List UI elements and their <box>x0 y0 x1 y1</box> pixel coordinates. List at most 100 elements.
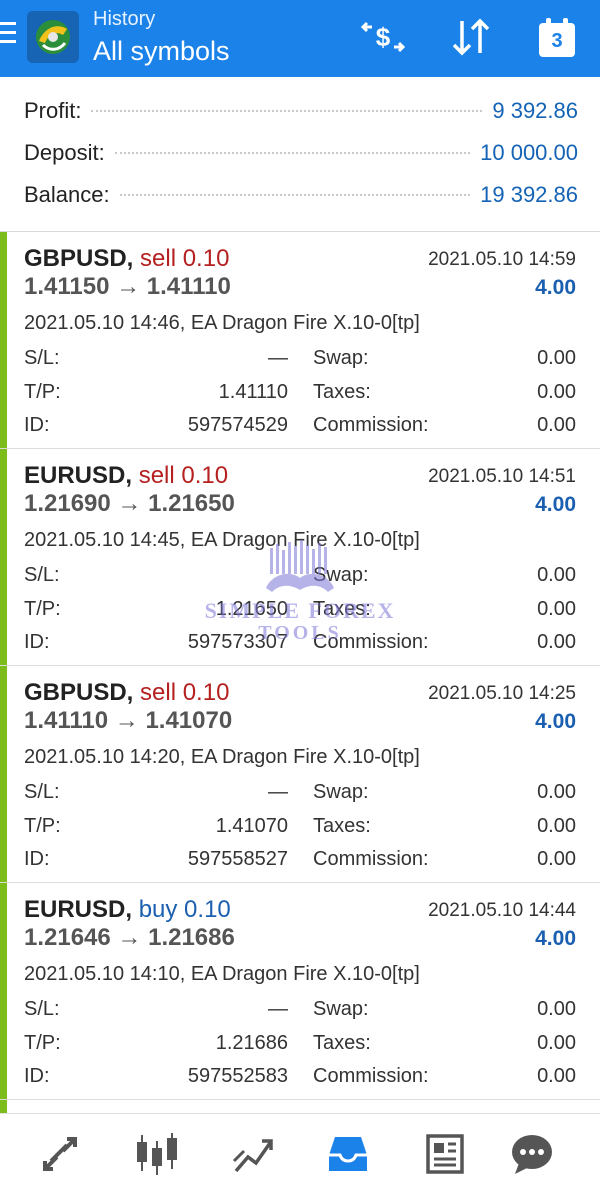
taxes-value: 0.00 <box>537 1032 576 1054</box>
taxes-value: 0.00 <box>537 381 576 403</box>
symbol-text: GBPUSD, <box>24 679 134 706</box>
swap-value: 0.00 <box>537 564 576 586</box>
deal-status-bar <box>0 666 7 882</box>
deal-prices: 1.41110 → 1.41070 <box>24 707 233 734</box>
currency-exchange-icon: $ <box>360 21 406 53</box>
deal-item[interactable]: GBPUSD, sell 0.10 2021.05.10 14:25 1.411… <box>0 666 600 883</box>
balance-value: 19 392.86 <box>480 182 578 207</box>
nav-history[interactable] <box>321 1130 375 1178</box>
sl-value: — <box>268 781 288 803</box>
deal-close-time: 2021.05.10 14:51 <box>428 466 576 487</box>
sl-label: S/L: <box>24 781 60 803</box>
deal-prices: 1.21646 → 1.21686 <box>24 924 235 951</box>
deal-comment: 2021.05.10 14:46, EA Dragon Fire X.10-0[… <box>24 312 420 334</box>
deal-status-bar <box>0 449 7 665</box>
nav-quotes[interactable] <box>33 1130 87 1178</box>
tp-value: 1.21686 <box>215 1032 288 1054</box>
deal-comment: 2021.05.10 14:20, EA Dragon Fire X.10-0[… <box>24 746 420 768</box>
deal-symbol: EURUSD, sell 0.10 <box>24 462 228 490</box>
sort-button[interactable] <box>446 14 496 60</box>
deposit-row: Deposit: 10 000.00 <box>24 136 578 170</box>
tp-value: 1.41110 <box>218 381 288 403</box>
tp-label: T/P: <box>24 815 61 837</box>
trade-trend-icon <box>232 1139 273 1173</box>
calendar-button[interactable]: 3 <box>532 14 582 60</box>
header-subtitle: History <box>93 8 156 30</box>
taxes-label: Taxes: <box>313 815 371 837</box>
tp-value: 1.41070 <box>215 815 288 837</box>
sort-arrows-icon <box>452 18 490 56</box>
symbol-text: EURUSD, <box>24 462 133 489</box>
candlestick-chart-icon <box>137 1133 177 1175</box>
profit-row: Profit: 9 392.86 <box>24 94 578 128</box>
sl-label: S/L: <box>24 998 60 1020</box>
commission-value: 0.00 <box>537 631 576 653</box>
swap-value: 0.00 <box>537 998 576 1020</box>
tp-label: T/P: <box>24 598 61 620</box>
deal-symbol: GBPUSD, sell 0.10 <box>24 679 229 707</box>
dotted-leader <box>119 194 471 196</box>
balance-row: Balance: 19 392.86 <box>24 178 578 212</box>
taxes-value: 0.00 <box>537 815 576 837</box>
nav-news[interactable] <box>418 1130 472 1178</box>
profit-value: 9 392.86 <box>492 98 578 123</box>
deal-status-bar <box>0 232 7 448</box>
deal-close-time: 2021.05.10 14:59 <box>428 249 576 270</box>
deal-type: sell 0.10 <box>140 679 230 706</box>
commission-value: 0.00 <box>537 414 576 436</box>
deal-status-bar <box>0 1100 7 1113</box>
sl-value: — <box>268 998 288 1020</box>
id-value: 597573307 <box>187 631 288 653</box>
swap-value: 0.00 <box>537 781 576 803</box>
swap-label: Swap: <box>313 347 369 369</box>
nav-trade[interactable] <box>226 1130 280 1178</box>
id-value: 597558527 <box>187 848 288 870</box>
deal-symbol: GBPUSD, sell 0.10 <box>24 245 229 273</box>
commission-value: 0.00 <box>537 848 576 870</box>
deal-item[interactable]: EURUSD, sell 0.10 2021.05.10 14:51 1.216… <box>0 449 600 666</box>
tp-label: T/P: <box>24 1032 61 1054</box>
taxes-label: Taxes: <box>313 1032 371 1054</box>
currency-exchange-button[interactable]: $ <box>358 14 408 60</box>
id-label: ID: <box>24 414 50 436</box>
deal-profit: 4.00 <box>535 493 576 516</box>
news-icon <box>426 1134 464 1174</box>
swap-label: Swap: <box>313 564 369 586</box>
id-label: ID: <box>24 631 50 653</box>
deal-prices: 1.41150 → 1.41110 <box>24 273 231 300</box>
taxes-label: Taxes: <box>313 381 371 403</box>
deal-item[interactable]: GBPUSD, sell 0.10 2021.05.10 14:59 1.411… <box>0 232 600 449</box>
id-label: ID: <box>24 848 50 870</box>
swap-value: 0.00 <box>537 347 576 369</box>
dotted-leader <box>114 152 471 154</box>
hamburger-menu-icon[interactable] <box>0 22 18 48</box>
deal-item[interactable]: EURUSD, buy 0.10 2021.05.10 14:44 1.2164… <box>0 883 600 1100</box>
balance-label: Balance: <box>24 182 110 207</box>
inbox-history-icon <box>329 1137 367 1171</box>
deal-item-partial[interactable] <box>0 1100 600 1113</box>
deal-type: sell 0.10 <box>140 245 230 272</box>
nav-messages[interactable] <box>505 1130 559 1178</box>
header-title[interactable]: All symbols <box>93 36 230 67</box>
profit-label: Profit: <box>24 98 82 123</box>
deal-prices: 1.21690 → 1.21650 <box>24 490 235 517</box>
nav-chart[interactable] <box>130 1130 184 1178</box>
id-value: 597574529 <box>187 414 288 436</box>
sl-label: S/L: <box>24 564 60 586</box>
deal-profit: 4.00 <box>535 710 576 733</box>
taxes-label: Taxes: <box>313 598 371 620</box>
commission-label: Commission: <box>313 1065 429 1087</box>
chat-bubble-icon <box>512 1135 552 1174</box>
swap-label: Swap: <box>313 781 369 803</box>
bottom-navigation <box>0 1113 600 1195</box>
commission-label: Commission: <box>313 414 429 436</box>
arrows-quotes-icon <box>43 1137 77 1171</box>
history-summary: Profit: 9 392.86 Deposit: 10 000.00 Bala… <box>0 88 600 228</box>
commission-value: 0.00 <box>537 1065 576 1087</box>
calendar-day: 3 <box>551 29 563 52</box>
deal-comment: 2021.05.10 14:45, EA Dragon Fire X.10-0[… <box>24 529 420 551</box>
deal-symbol: EURUSD, buy 0.10 <box>24 896 231 924</box>
metatrader-logo[interactable] <box>27 11 79 63</box>
deal-comment: 2021.05.10 14:10, EA Dragon Fire X.10-0[… <box>24 963 420 985</box>
deal-type: sell 0.10 <box>138 462 229 489</box>
